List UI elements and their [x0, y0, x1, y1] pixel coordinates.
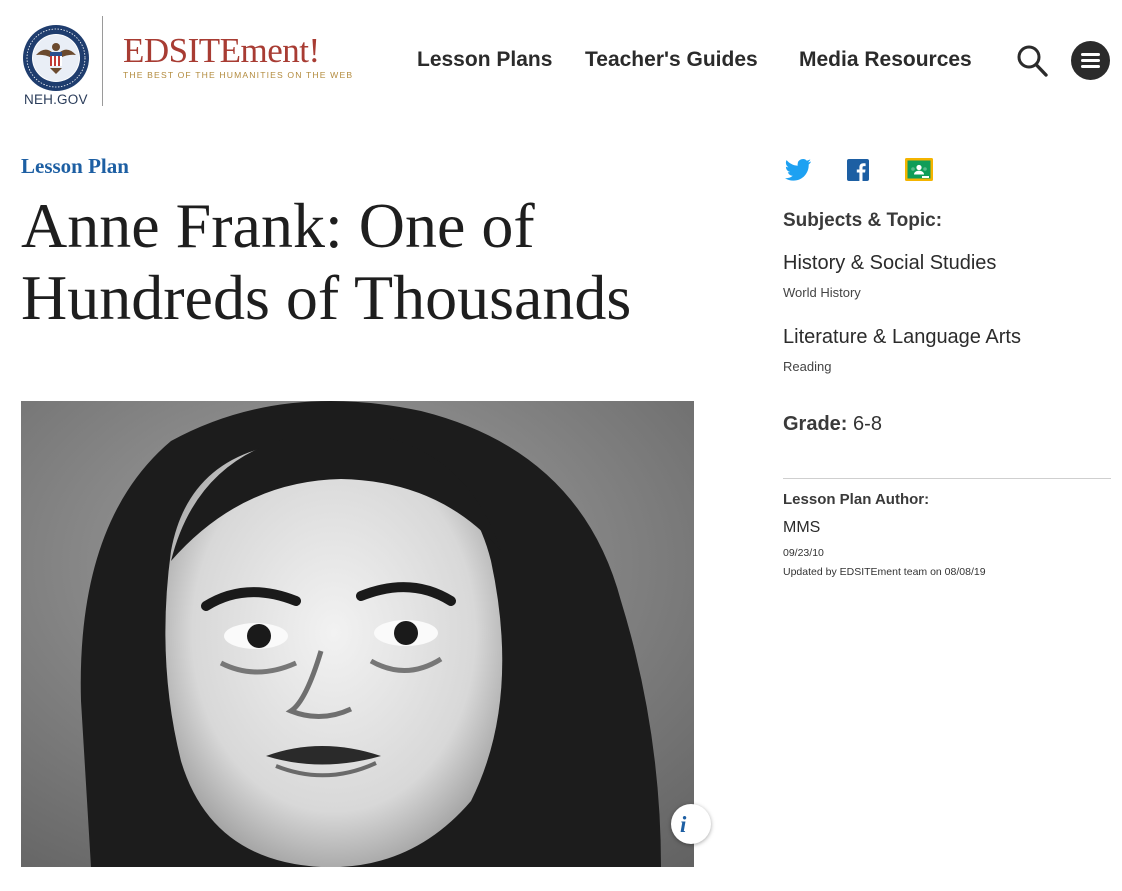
edsitement-logo[interactable]: EDSITEment! THE BEST OF THE HUMANITIES O…: [123, 31, 354, 81]
nav-media-resources[interactable]: Media Resources: [799, 48, 972, 72]
menu-button[interactable]: [1071, 41, 1110, 80]
topic-link[interactable]: World History: [783, 285, 861, 300]
published-date: 09/23/10: [783, 547, 824, 559]
page-title: Anne Frank: One of Hundreds of Thousands: [21, 190, 632, 333]
share-facebook-button[interactable]: [846, 156, 876, 184]
nav-teachers-guides[interactable]: Teacher's Guides: [585, 48, 758, 72]
updated-note: Updated by EDSITEment team on 08/08/19: [783, 566, 986, 578]
image-info-button[interactable]: i: [671, 804, 711, 844]
menu-icon: [1081, 53, 1100, 56]
neh-label: NEH.GOV: [24, 92, 88, 107]
menu-icon-bar: [1081, 65, 1100, 68]
anne-frank-photo: [21, 401, 694, 867]
share-google-classroom-button[interactable]: [905, 156, 935, 184]
subject-link[interactable]: Literature & Language Arts: [783, 326, 1021, 349]
share-twitter-button[interactable]: [783, 156, 813, 184]
google-classroom-icon: [905, 158, 933, 181]
portrait-image: [21, 401, 694, 867]
neh-seal-icon: [23, 25, 89, 91]
header-divider: [102, 16, 103, 106]
author-heading: Lesson Plan Author:: [783, 491, 930, 508]
grade-label: Grade:: [783, 413, 848, 435]
nav-lesson-plans[interactable]: Lesson Plans: [417, 48, 552, 72]
subjects-heading: Subjects & Topic:: [783, 210, 943, 231]
twitter-icon: [785, 159, 811, 181]
topic-link[interactable]: Reading: [783, 359, 831, 374]
facebook-icon: [847, 159, 869, 181]
grade-value: 6-8: [853, 413, 882, 435]
neh-logo-link[interactable]: NEH.GOV: [22, 24, 92, 107]
author-name: MMS: [783, 519, 821, 536]
sidebar-divider: [783, 478, 1111, 479]
content-type-label[interactable]: Lesson Plan: [21, 154, 129, 179]
grade-info: Grade: 6-8: [783, 413, 882, 436]
brand-name: EDSITEment!: [123, 31, 320, 70]
search-button[interactable]: [1016, 44, 1048, 78]
site-header: NEH.GOV EDSITEment! THE BEST OF THE HUMA…: [0, 0, 1122, 122]
menu-icon-bar: [1081, 59, 1100, 62]
info-icon: i: [680, 812, 687, 837]
subject-link[interactable]: History & Social Studies: [783, 252, 996, 275]
search-icon: [1017, 45, 1048, 77]
brand-tagline: THE BEST OF THE HUMANITIES ON THE WEB: [123, 70, 354, 80]
